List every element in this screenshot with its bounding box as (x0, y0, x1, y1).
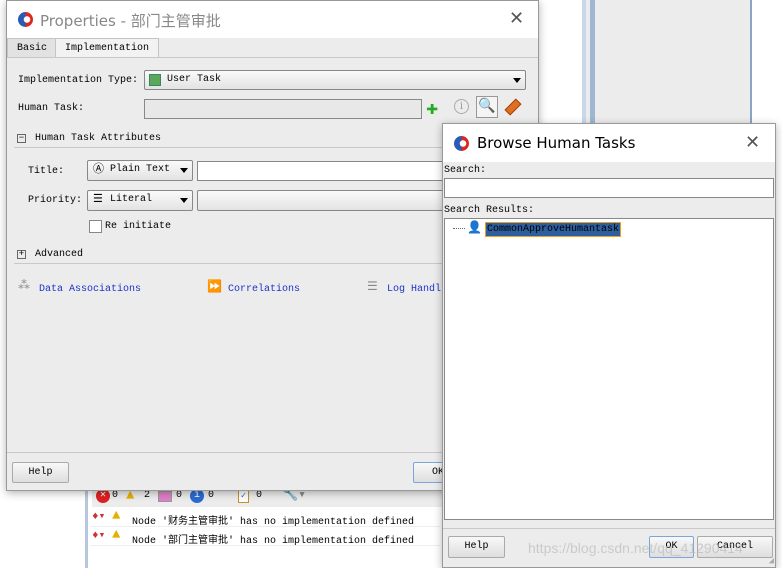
human-task-icon: 👤 (467, 221, 482, 235)
results-tree[interactable]: 👤 CommonApproveHumantask (444, 218, 774, 520)
problems-panel: ✕ 0 ▲ 2 0 i 0 ✓ 0 🔧▾ ♦▾ ▲ Node '财务主管审批' … (85, 487, 445, 568)
tab-implementation[interactable]: Implementation (55, 38, 160, 58)
problem-text: Node '部门主管审批' has no implementation defi… (132, 536, 415, 547)
problem-row[interactable]: ♦▾ ▲ Node '财务主管审批' has no implementation… (90, 508, 440, 528)
user-task-icon (149, 74, 161, 86)
dialog-title: Properties - 部门主管审批 (40, 12, 221, 30)
task-icon[interactable]: ✓ (238, 490, 249, 503)
eraser-icon[interactable] (504, 98, 522, 116)
chevron-down-icon (180, 198, 188, 203)
pin-icon[interactable]: ♦▾ (92, 528, 105, 542)
data-associations-icon: ⁂ (18, 279, 30, 293)
resize-grip-icon[interactable]: ◢ (769, 556, 774, 566)
title-field[interactable] (197, 161, 447, 181)
other-icon[interactable] (158, 491, 172, 502)
error-count: 0 (112, 490, 119, 501)
tab-basic[interactable]: Basic (7, 38, 58, 58)
tree-connector (453, 228, 465, 229)
info-count: 0 (208, 490, 215, 501)
chevron-down-icon (513, 78, 521, 83)
title-mode-select[interactable]: Ⓐ Plain Text (87, 160, 193, 181)
search-label: Search: (444, 165, 487, 176)
watermark: https://blog.csdn.net/qq_41290414 (528, 540, 743, 556)
title-label: Title: (28, 166, 65, 177)
list-icon: ☰ (93, 194, 103, 206)
app-logo-icon (454, 136, 469, 151)
other-count: 0 (176, 490, 183, 501)
add-icon[interactable]: ✚ (426, 95, 438, 121)
reinitiate-label: Re initiate (105, 221, 172, 232)
log-handler-link[interactable]: Log Handl (387, 284, 441, 295)
info-icon[interactable]: i (190, 489, 204, 503)
task-count: 0 (256, 490, 263, 501)
dialog-title: Browse Human Tasks (477, 134, 636, 152)
log-handler-icon: ☰ (367, 280, 378, 294)
search-input[interactable] (444, 178, 774, 198)
reinitiate-checkbox[interactable] (89, 220, 102, 233)
data-associations-link[interactable]: Data Associations (39, 284, 141, 295)
priority-mode-select[interactable]: ☰ Literal (87, 190, 193, 211)
correlations-link[interactable]: Correlations (228, 284, 300, 295)
app-logo-icon (18, 12, 33, 27)
browse-titlebar[interactable]: Browse Human Tasks ✕ (443, 124, 775, 162)
correlations-icon: ⏩ (207, 280, 222, 294)
human-task-field[interactable] (144, 99, 422, 119)
problem-text: Node '财务主管审批' has no implementation defi… (132, 517, 415, 528)
help-button[interactable]: Help (12, 462, 69, 483)
pin-icon[interactable]: ♦▾ (92, 509, 105, 523)
search-icon[interactable]: 🔍 (476, 96, 498, 118)
collapse-icon[interactable]: − (17, 134, 26, 143)
human-task-label: Human Task: (18, 103, 85, 114)
chevron-down-icon (180, 168, 188, 173)
info-icon[interactable]: i (454, 99, 469, 114)
warning-count: 2 (144, 490, 151, 501)
priority-field[interactable] (197, 190, 447, 211)
impl-type-select[interactable]: User Task (144, 70, 526, 90)
problem-row[interactable]: ♦▾ ▲ Node '部门主管审批' has no implementation… (90, 527, 440, 547)
priority-label: Priority: (28, 195, 83, 206)
warning-icon: ▲ (112, 508, 121, 524)
close-icon[interactable]: ✕ (745, 132, 760, 153)
results-label: Search Results: (444, 205, 535, 216)
browse-dialog: Browse Human Tasks ✕ Search: Search Resu… (442, 123, 776, 568)
warning-icon: ▲ (112, 527, 121, 543)
impl-type-value: User Task (167, 74, 222, 85)
help-button[interactable]: Help (448, 536, 505, 558)
close-icon[interactable]: ✕ (509, 8, 524, 29)
tree-item[interactable]: CommonApproveHumantask (485, 222, 622, 237)
impl-type-label: Implementation Type: (18, 75, 139, 86)
advanced-header: Advanced (35, 249, 84, 260)
properties-titlebar[interactable]: Properties - 部门主管审批 ✕ (7, 1, 538, 38)
error-icon[interactable]: ✕ (96, 489, 110, 503)
text-icon: Ⓐ (93, 164, 104, 176)
expand-icon[interactable]: + (17, 250, 26, 259)
attributes-header: Human Task Attributes (35, 133, 162, 144)
